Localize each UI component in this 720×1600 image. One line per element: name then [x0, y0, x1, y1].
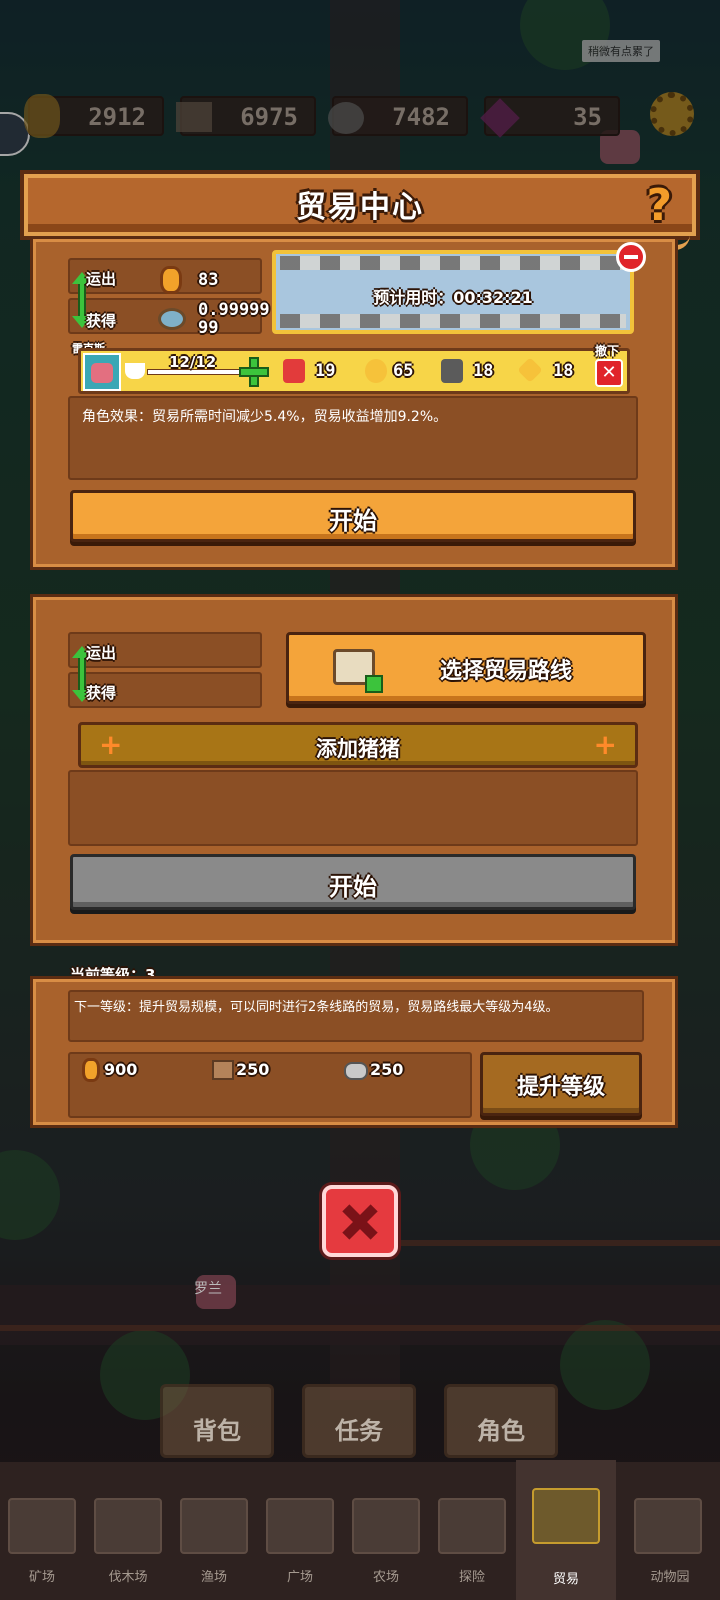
hammer-icon — [441, 359, 463, 383]
add-pig-label: 添加猪猪 — [316, 737, 400, 761]
stat-strength: 19 — [315, 361, 336, 381]
tab-farm[interactable]: 农场 — [344, 1468, 428, 1596]
trade-timer-box: 预计用时：00:32:21 — [272, 250, 634, 334]
stamina-value: 12/12 — [169, 353, 217, 371]
tab-farm-label: 农场 — [372, 1570, 399, 1585]
character-bar: 12/12 19 65 18 18 ✕ — [78, 348, 630, 394]
tab-explore-label: 探险 — [458, 1570, 485, 1585]
tab-trade[interactable]: 贸易 — [516, 1460, 616, 1600]
tab-mine-label: 矿场 — [28, 1570, 55, 1585]
export-value-1: 83 — [198, 270, 219, 290]
next-level-description: 下一等级：提升贸易规模，可以同时进行2条线路的贸易，贸易路线最大等级为4级。 — [74, 1000, 559, 1015]
tab-lumberyard-label: 伐木场 — [108, 1570, 148, 1585]
characters-button[interactable]: 角色 — [444, 1384, 558, 1458]
explore-icon — [438, 1498, 506, 1554]
strength-icon — [283, 359, 305, 383]
export-label-2: 运出 — [86, 644, 117, 662]
tab-plaza-label: 广场 — [286, 1570, 313, 1585]
receive-value-1b: 99 — [198, 318, 219, 338]
zoo-icon — [634, 1498, 702, 1554]
stat-crafting: 18 — [473, 361, 494, 381]
trade-goods-icon — [158, 308, 186, 330]
next-level-box: 下一等级：提升贸易规模，可以同时进行2条线路的贸易，贸易路线最大等级为4级。 — [68, 990, 644, 1042]
tab-zoo-label: 动物园 — [650, 1570, 690, 1585]
character-portrait-avatar[interactable] — [83, 353, 121, 391]
pig-slot-box — [68, 770, 638, 846]
backpack-label: 背包 — [193, 1417, 241, 1445]
gold-coin-icon — [82, 1058, 100, 1082]
trade-timer-label: 预计用时：00:32:21 — [373, 288, 533, 307]
stat-luck: 18 — [553, 361, 574, 381]
remove-character-icon[interactable]: ✕ — [595, 359, 623, 387]
character-effect-text: 角色效果：贸易所需时间减少5.4%，贸易收益增加9.2%。 — [82, 409, 448, 425]
npc-name-label: 罗兰 — [194, 1281, 222, 1297]
add-route-icon — [365, 675, 383, 693]
receive-label-1: 获得 — [86, 312, 117, 330]
wood-log-icon — [212, 1060, 234, 1080]
tab-trade-label: 贸易 — [552, 1572, 579, 1587]
page-title: 贸易中心 — [296, 190, 424, 225]
farm-icon — [352, 1498, 420, 1554]
lumberyard-icon — [94, 1498, 162, 1554]
help-button[interactable]: ? — [646, 180, 672, 231]
start-label-2: 开始 — [329, 873, 377, 901]
exchange-arrows-icon — [72, 272, 92, 328]
receive-label-2: 获得 — [86, 684, 117, 702]
upgrade-level-label: 提升等级 — [516, 1075, 605, 1100]
title-banner: 贸易中心 ? — [20, 170, 700, 240]
add-pig-button[interactable]: + + 添加猪猪 — [78, 722, 638, 768]
remove-character-label: 撤下 — [595, 344, 620, 358]
intelligence-icon — [365, 359, 387, 383]
upgrade-level-button[interactable]: 提升等级 — [480, 1052, 642, 1116]
stat-intelligence: 65 — [393, 361, 414, 381]
tab-lumberyard[interactable]: 伐木场 — [86, 1468, 170, 1596]
receive-value-1a: 0.99999 — [198, 300, 270, 320]
start-label-1: 开始 — [329, 507, 377, 535]
tab-fishery[interactable]: 渔场 — [172, 1468, 256, 1596]
select-route-label: 选择贸易路线 — [439, 659, 572, 684]
effect-box: 角色效果：贸易所需时间减少5.4%，贸易收益增加9.2%。 — [68, 396, 638, 480]
select-route-button[interactable]: 选择贸易路线 — [286, 632, 646, 704]
stone-icon — [344, 1062, 368, 1080]
mine-icon — [8, 1498, 76, 1554]
tab-zoo[interactable]: 动物园 — [620, 1468, 720, 1596]
backpack-button[interactable]: 背包 — [160, 1384, 274, 1458]
start-button-2[interactable]: 开始 — [70, 854, 636, 910]
tab-plaza[interactable]: 广场 — [258, 1468, 342, 1596]
characters-label: 角色 — [477, 1417, 525, 1445]
fishery-icon — [180, 1498, 248, 1554]
tasks-label: 任务 — [335, 1417, 383, 1445]
cancel-trade-icon[interactable] — [616, 242, 646, 272]
exchange-arrows-icon — [72, 646, 92, 702]
close-dialog-button[interactable] — [322, 1185, 398, 1257]
trade-icon — [532, 1488, 600, 1544]
tab-explore[interactable]: 探险 — [430, 1468, 514, 1596]
cost-gold: 900 — [104, 1060, 138, 1079]
tab-mine[interactable]: 矿场 — [0, 1468, 84, 1596]
coffee-cup-icon — [125, 363, 145, 379]
add-stamina-icon[interactable] — [239, 357, 269, 387]
plaza-icon — [266, 1498, 334, 1554]
cost-stone: 250 — [370, 1060, 404, 1079]
export-label-1: 运出 — [86, 270, 117, 288]
sparkle-icon — [517, 357, 543, 383]
cost-wood: 250 — [236, 1060, 270, 1079]
gold-coin-icon — [160, 266, 182, 294]
tasks-button[interactable]: 任务 — [302, 1384, 416, 1458]
tab-fishery-label: 渔场 — [200, 1570, 227, 1585]
start-button-1[interactable]: 开始 — [70, 490, 636, 542]
